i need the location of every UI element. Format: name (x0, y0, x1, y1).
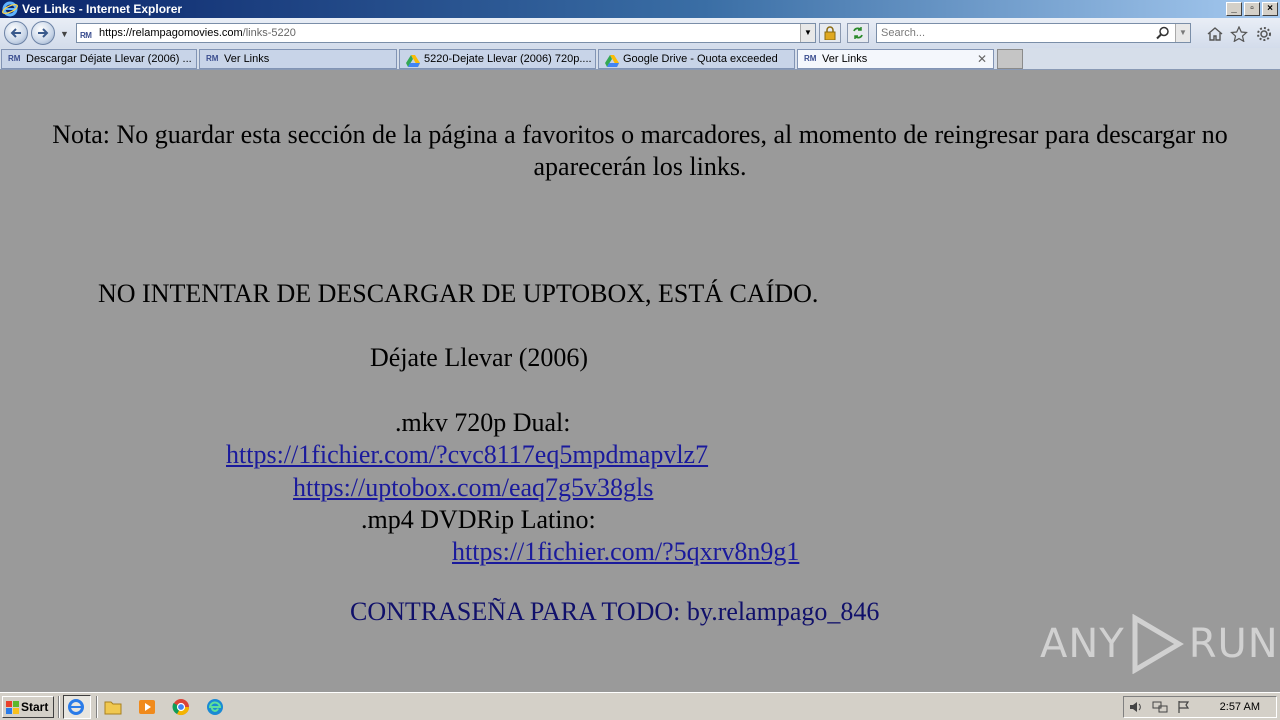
navigation-bar: ▼ RM https://relampagomovies.com/links-5… (0, 18, 1280, 48)
internet-explorer-icon[interactable] (67, 698, 85, 716)
minimize-button[interactable]: _ (1226, 2, 1242, 16)
search-icon[interactable] (1156, 26, 1170, 40)
forward-arrow-icon (38, 28, 49, 38)
google-drive-icon (605, 55, 619, 67)
tab-label: Ver Links (224, 53, 270, 65)
tab-favicon: RM (8, 54, 21, 63)
window-title-bar[interactable]: Ver Links - Internet Explorer _ ▫ × (0, 0, 1280, 18)
restore-button[interactable]: ▫ (1244, 2, 1260, 16)
tab-google-drive-quota[interactable]: Google Drive - Quota exceeded (598, 49, 795, 69)
play-triangle-icon (1132, 614, 1184, 674)
search-input[interactable]: Search... ▼ (876, 23, 1191, 43)
google-drive-icon (406, 55, 420, 67)
forward-button[interactable] (31, 21, 55, 45)
taskbar: Start 2:57 AM (0, 692, 1280, 720)
tab-ver-links-active[interactable]: RM Ver Links ✕ (797, 49, 994, 69)
tab-label: Google Drive - Quota exceeded (623, 53, 778, 65)
tab-favicon: RM (804, 54, 817, 63)
download-link-1fichier-mp4[interactable]: https://1fichier.com/?5qxrv8n9g1 (452, 537, 799, 567)
start-label: Start (21, 700, 49, 714)
search-placeholder: Search... (881, 27, 926, 39)
back-button[interactable] (4, 21, 28, 45)
window-title: Ver Links - Internet Explorer (22, 2, 183, 16)
tab-descargar[interactable]: RM Descargar Déjate Llevar (2006) ... (1, 49, 197, 69)
format-label-mp4: .mp4 DVDRip Latino: (361, 505, 596, 534)
refresh-icon (853, 27, 863, 39)
chrome-icon[interactable] (172, 698, 190, 716)
download-link-1fichier-mkv[interactable]: https://1fichier.com/?cvc8117eq5mpdmapvl… (226, 440, 708, 470)
page-content: Nota: No guardar esta sección de la pági… (0, 71, 1280, 692)
url-path: /links-5220 (242, 27, 296, 39)
clock[interactable]: 2:57 AM (1220, 697, 1260, 717)
tab-label: Ver Links (822, 53, 868, 65)
back-arrow-icon (10, 28, 21, 38)
gear-icon[interactable] (1255, 26, 1273, 42)
tab-label: Descargar Déjate Llevar (2006) ... (26, 53, 192, 65)
start-button[interactable]: Start (2, 696, 54, 718)
warning-text: NO INTENTAR DE DESCARGAR DE UPTOBOX, EST… (98, 279, 819, 308)
site-favicon: RM (80, 31, 92, 40)
movie-title: Déjate Llevar (2006) (370, 343, 589, 372)
tab-favicon: RM (206, 54, 219, 63)
close-button[interactable]: × (1262, 2, 1278, 16)
network-icon[interactable] (1152, 700, 1168, 714)
anyrun-watermark: ANY RUN (1040, 614, 1279, 674)
home-icon[interactable] (1206, 26, 1224, 42)
system-tray: 2:57 AM (1123, 696, 1277, 718)
watermark-run: RUN (1188, 621, 1279, 667)
security-lock-button[interactable] (819, 23, 841, 43)
favorites-star-icon[interactable] (1230, 26, 1248, 42)
windows-flag-icon (6, 701, 19, 714)
watermark-any: ANY (1040, 621, 1125, 667)
tab-label: 5220-Dejate Llevar (2006) 720p.... (424, 53, 592, 65)
recent-pages-dropdown[interactable]: ▼ (60, 29, 69, 39)
refresh-button[interactable] (847, 23, 869, 43)
volume-icon[interactable] (1128, 700, 1144, 714)
folder-icon[interactable] (104, 698, 122, 716)
url-host: https://relampagomovies.com (99, 27, 243, 39)
note-text: Nota: No guardar esta sección de la pági… (52, 120, 1228, 181)
search-provider-dropdown[interactable]: ▼ (1175, 24, 1190, 42)
lock-icon (824, 26, 836, 40)
internet-explorer-icon (2, 1, 18, 17)
address-bar[interactable]: RM https://relampagomovies.com/links-522… (76, 23, 816, 43)
tab-ver-links[interactable]: RM Ver Links (199, 49, 397, 69)
new-tab-button[interactable] (997, 49, 1023, 69)
action-center-flag-icon[interactable] (1176, 700, 1192, 714)
tab-strip: RM Descargar Déjate Llevar (2006) ... RM… (0, 48, 1280, 70)
close-tab-icon[interactable]: ✕ (977, 50, 987, 68)
download-link-uptobox[interactable]: https://uptobox.com/eaq7g5v38gls (293, 473, 653, 503)
address-dropdown[interactable]: ▼ (800, 24, 815, 42)
edge-icon[interactable] (206, 698, 224, 716)
password-text: CONTRASEÑA PARA TODO: by.relampago_846 (350, 597, 880, 626)
tab-google-drive-file[interactable]: 5220-Dejate Llevar (2006) 720p.... (399, 49, 596, 69)
format-label-mkv: .mkv 720p Dual: (395, 408, 571, 437)
media-player-icon[interactable] (138, 698, 156, 716)
